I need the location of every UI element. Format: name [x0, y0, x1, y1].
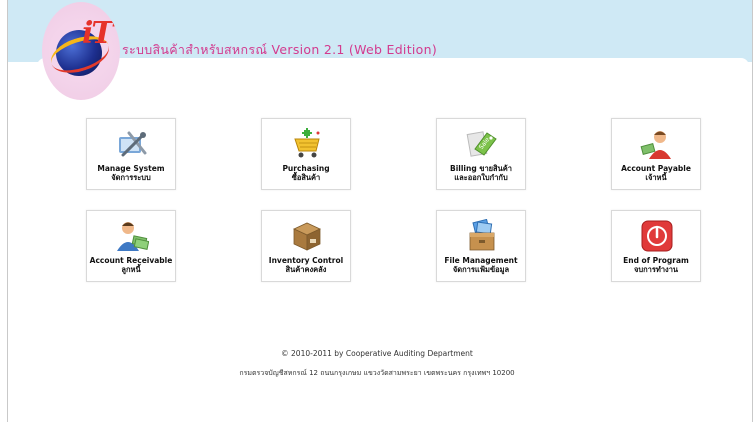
- power-icon: [641, 220, 673, 252]
- menu-tile-account-receivable[interactable]: Account Receivable ลูกหนี้: [86, 210, 176, 282]
- menu-tile-manage-system[interactable]: Manage System จัดการระบบ: [86, 118, 176, 190]
- menu-tile-title: Manage System: [97, 164, 165, 173]
- menu-tile-inventory-control[interactable]: Inventory Control สินค้าคงคลัง: [261, 210, 351, 282]
- main-panel: [37, 58, 749, 330]
- menu-tile-label: Account Receivable ลูกหนี้: [87, 256, 175, 274]
- menu-tile-title: Inventory Control: [268, 256, 344, 265]
- box-icon: [293, 222, 321, 251]
- person-money-icon: [640, 131, 671, 159]
- tools-icon: [119, 131, 147, 157]
- menu-tile-title: Billing ขายสินค้า: [450, 164, 512, 173]
- menu-tile-title: End of Program: [623, 256, 689, 265]
- logo-text: iT: [82, 16, 114, 51]
- menu-tile-subtitle: และออกใบกำกับ: [454, 172, 508, 182]
- menu-tile-subtitle: จบการทำงาน: [633, 264, 679, 274]
- app-title: ระบบสินค้าสำหรับสหกรณ์ Version 2.1 (Web …: [122, 42, 438, 57]
- menu-tile-file-management[interactable]: File Management จัดการแฟ้มข้อมูล: [436, 210, 526, 282]
- menu-tile-subtitle: จัดการระบบ: [111, 172, 151, 182]
- menu-tile-title: Account Payable: [621, 164, 691, 173]
- footer-address: กรมตรวจบัญชีสหกรณ์ 12 ถนนกรุงเกษม แขวงวั…: [239, 369, 515, 377]
- page-frame-left: [7, 0, 8, 422]
- menu-tile-label: Manage System จัดการระบบ: [87, 164, 175, 182]
- menu-tile-title: Purchasing: [282, 164, 330, 173]
- footer-copyright: © 2010-2011 by Cooperative Auditing Depa…: [281, 349, 473, 358]
- menu-tile-label: End of Program จบการทำงาน: [612, 256, 700, 274]
- menu-tile-title: Account Receivable: [89, 256, 173, 265]
- sale-tag-icon: Sale: [466, 131, 497, 157]
- menu-tile-title: File Management: [444, 256, 518, 265]
- menu-tile-subtitle: ลูกหนี้: [121, 264, 141, 274]
- menu-tile-label: Purchasing ซื้อสินค้า: [262, 164, 350, 182]
- menu-tile-subtitle: เจ้าหนี้: [645, 172, 667, 182]
- shopping-cart-icon: [294, 128, 320, 158]
- menu-tile-account-payable[interactable]: Account Payable เจ้าหนี้: [611, 118, 701, 190]
- menu-tile-label: Billing ขายสินค้า และออกใบกำกับ: [437, 164, 525, 182]
- app-logo: iT: [42, 2, 120, 100]
- file-box-icon: [469, 219, 495, 251]
- page-frame-right: [752, 0, 753, 422]
- person-money-receivable-icon: [117, 222, 149, 251]
- menu-tile-purchasing[interactable]: Purchasing ซื้อสินค้า: [261, 118, 351, 190]
- menu-tile-label: Account Payable เจ้าหนี้: [612, 164, 700, 182]
- menu-tile-billing[interactable]: Sale Billing ขายสินค้า และออกใบกำกับ: [436, 118, 526, 190]
- menu-tile-end-program[interactable]: End of Program จบการทำงาน: [611, 210, 701, 282]
- menu-tile-label: File Management จัดการแฟ้มข้อมูล: [437, 256, 525, 274]
- menu-tile-subtitle: สินค้าคงคลัง: [285, 264, 327, 274]
- menu-tile-subtitle: จัดการแฟ้มข้อมูล: [452, 264, 510, 274]
- menu-tile-label: Inventory Control สินค้าคงคลัง: [262, 256, 350, 274]
- menu-tile-subtitle: ซื้อสินค้า: [291, 172, 321, 182]
